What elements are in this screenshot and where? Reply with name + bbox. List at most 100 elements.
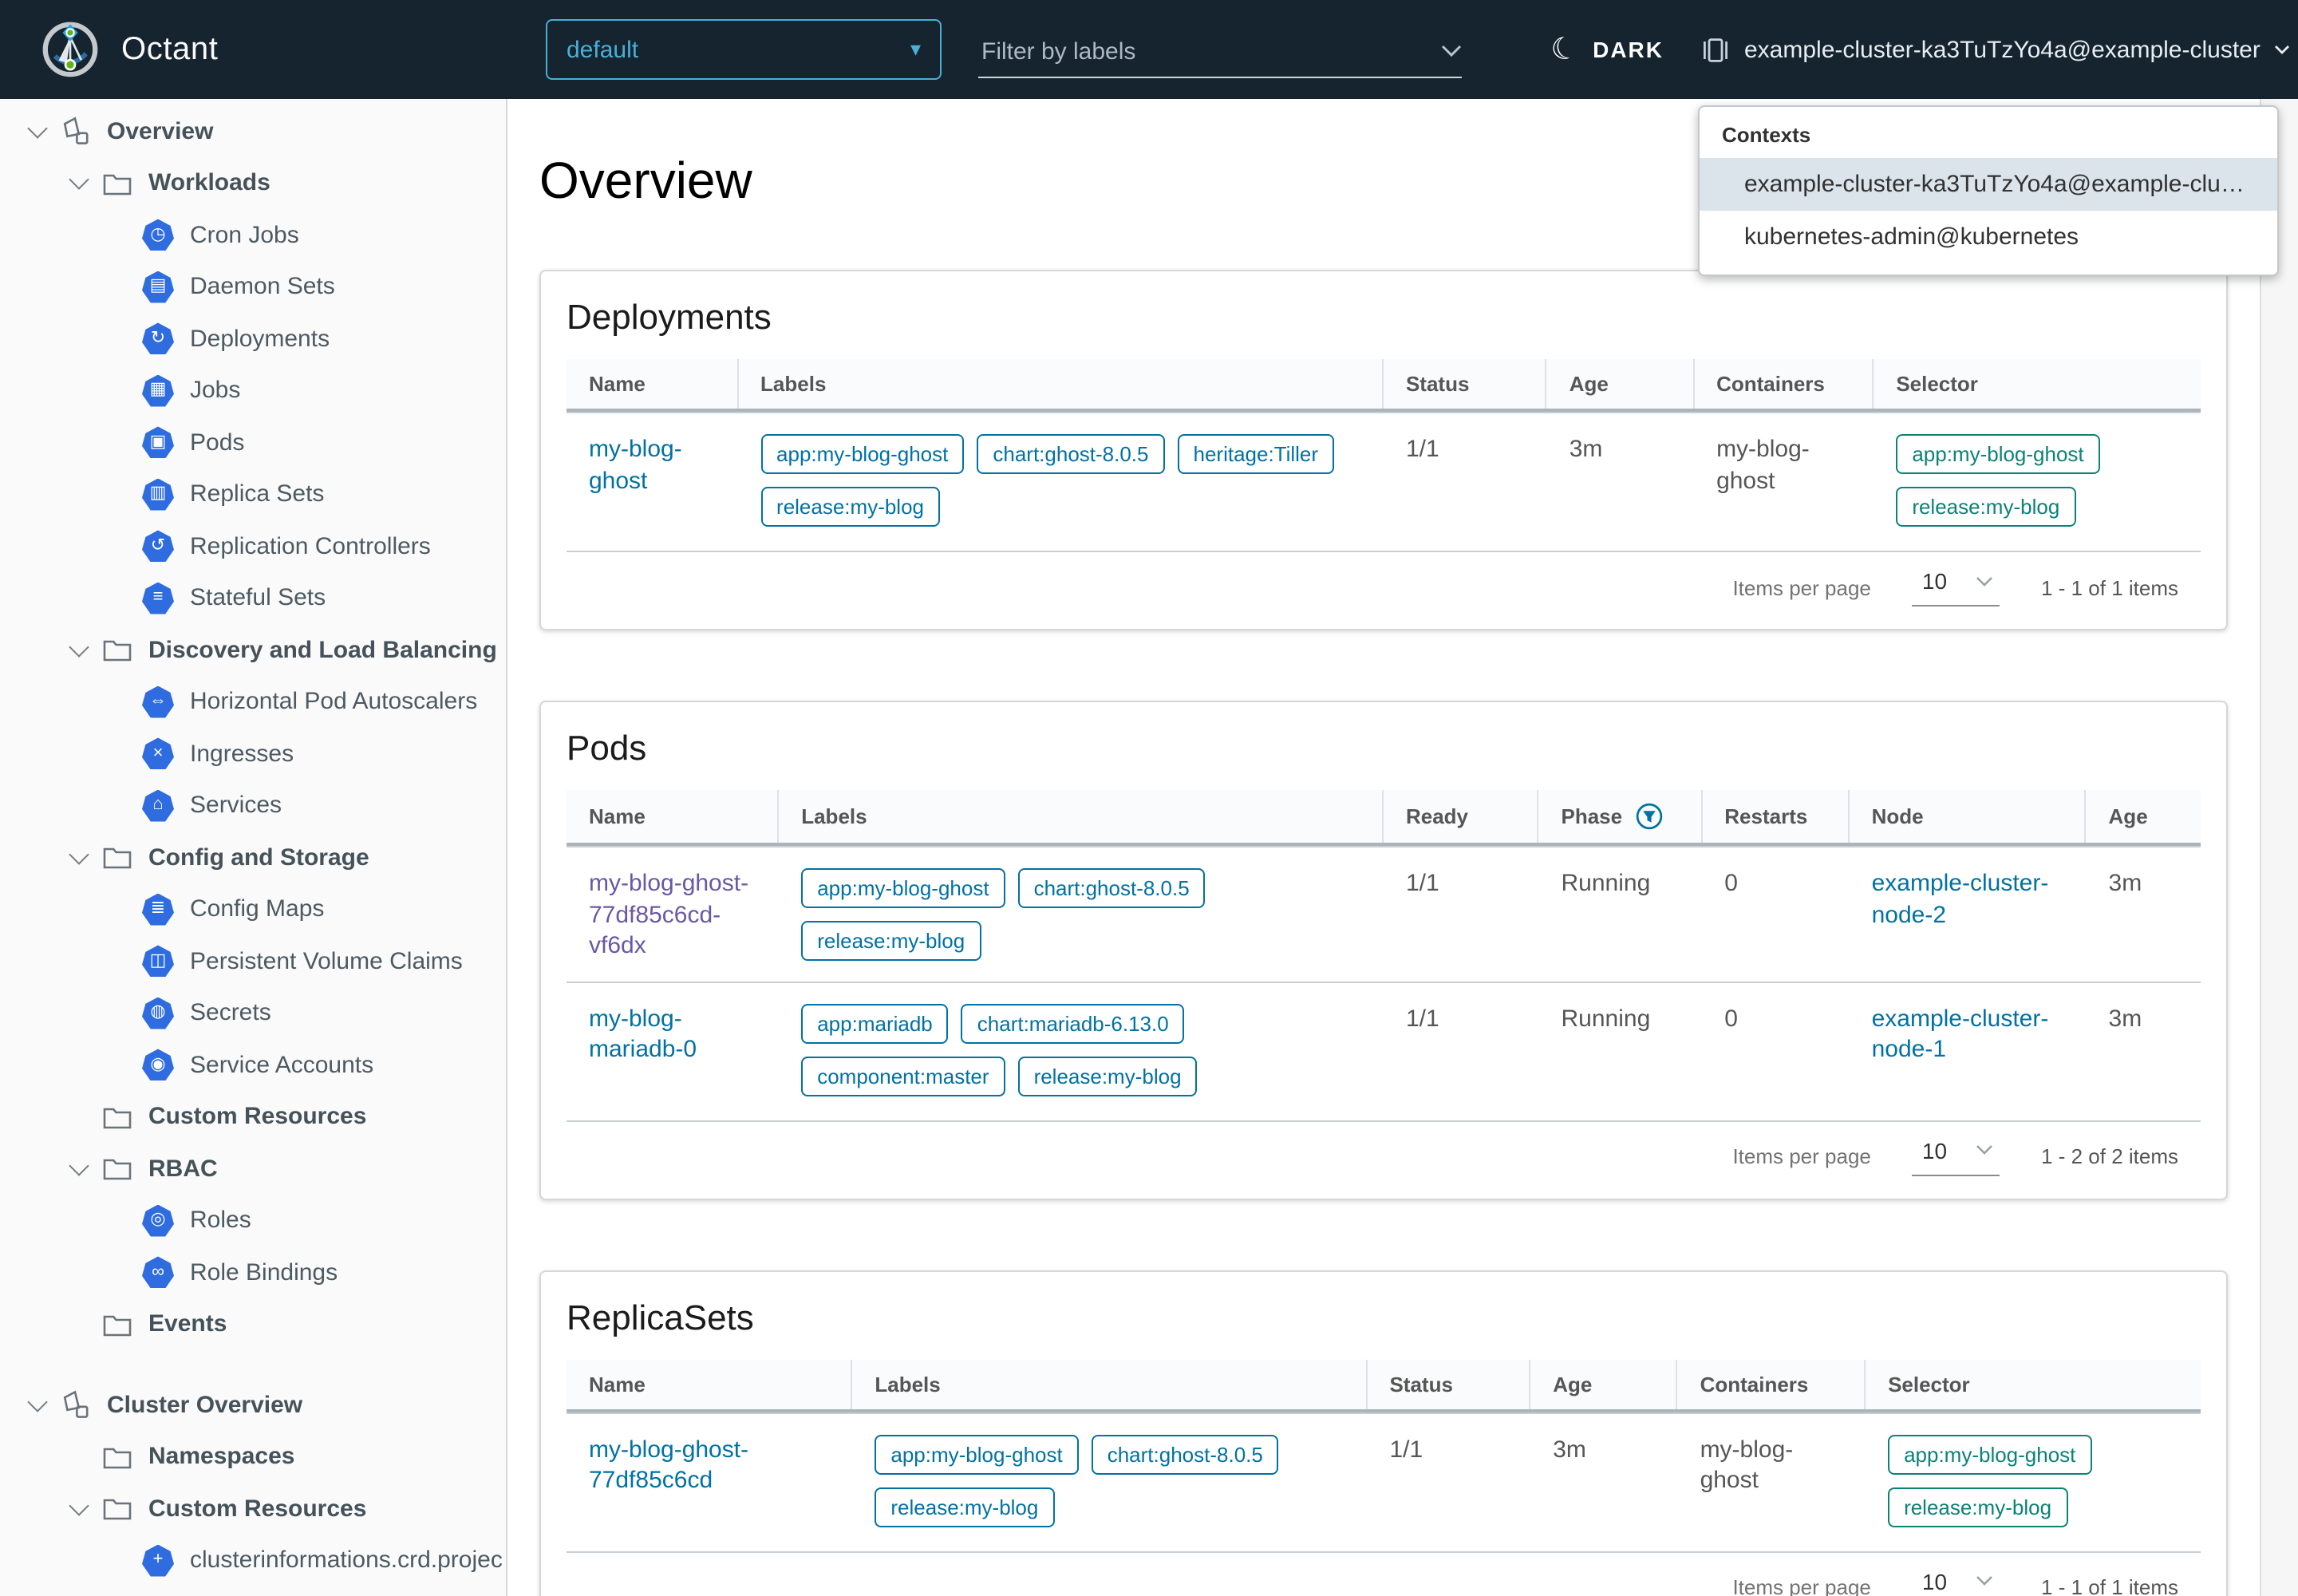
resource-link[interactable]: my-blog-mariadb-0 bbox=[589, 1005, 697, 1063]
sidebar-item-discovery-and-load-balancing[interactable]: Discovery and Load Balancing bbox=[0, 624, 506, 676]
sidebar-item-replica-sets[interactable]: ▥Replica Sets bbox=[0, 468, 506, 520]
column-header-age[interactable]: Age bbox=[2087, 790, 2201, 843]
chevron-down-icon[interactable] bbox=[16, 128, 57, 136]
label-filter bbox=[978, 26, 1462, 78]
column-header-selector[interactable]: Selector bbox=[1866, 1359, 2201, 1408]
section-title: Deployments bbox=[567, 297, 2201, 338]
sidebar-item-rbac[interactable]: RBAC bbox=[0, 1143, 506, 1195]
sidebar-item-role-bindings[interactable]: ∞Role Bindings bbox=[0, 1246, 506, 1298]
resource-link[interactable]: example-cluster-node-2 bbox=[1872, 870, 2049, 928]
pagination-chevron-down-icon bbox=[1976, 575, 1993, 587]
resource-link[interactable]: my-blog-ghost bbox=[589, 436, 682, 494]
replica-sets-icon: ▥ bbox=[140, 479, 176, 511]
pagination-chevron-down-icon bbox=[1976, 1575, 1993, 1586]
context-selector[interactable]: example-cluster-ka3TuTzYo4a@example-clus… bbox=[1701, 0, 2291, 99]
sidebar-item-stateful-sets[interactable]: ≡Stateful Sets bbox=[0, 572, 506, 624]
table-row: my-blog-mariadb-0app:mariadbchart:mariad… bbox=[567, 981, 2201, 1115]
sidebar-item-ingresses[interactable]: ×Ingresses bbox=[0, 728, 506, 780]
chevron-down-icon[interactable] bbox=[57, 1165, 99, 1173]
replication-controllers-icon: ↺ bbox=[140, 531, 176, 563]
items-per-page-select[interactable]: 10 bbox=[1913, 1137, 2000, 1175]
sidebar-item-daemon-sets[interactable]: ▤Daemon Sets bbox=[0, 261, 506, 313]
sidebar-item-label: Custom Resources bbox=[148, 1104, 366, 1131]
column-header-age[interactable]: Age bbox=[1530, 1359, 1677, 1408]
column-header-phase[interactable]: Phase bbox=[1539, 790, 1703, 843]
scrollbar-track[interactable] bbox=[2260, 99, 2298, 1596]
chevron-down-icon[interactable] bbox=[57, 646, 99, 654]
chevron-down-icon[interactable] bbox=[57, 180, 99, 188]
column-header-selector[interactable]: Selector bbox=[1874, 359, 2201, 409]
column-header-containers[interactable]: Containers bbox=[1694, 359, 1874, 409]
sidebar-item-secrets[interactable]: ◍Secrets bbox=[0, 987, 506, 1039]
cron-jobs-icon: ◷ bbox=[140, 219, 176, 251]
column-header-status[interactable]: Status bbox=[1384, 359, 1547, 409]
cell-text: 1/1 bbox=[1406, 1005, 1439, 1032]
sidebar-item-persistent-volume-claims[interactable]: ◫Persistent Volume Claims bbox=[0, 935, 506, 987]
column-header-labels[interactable]: Labels bbox=[738, 359, 1384, 409]
column-header-age[interactable]: Age bbox=[1547, 359, 1694, 409]
sidebar-item-jobs[interactable]: ▦Jobs bbox=[0, 365, 506, 417]
table-cell-phase: Running bbox=[1539, 847, 1703, 981]
chevron-down-icon[interactable] bbox=[57, 854, 99, 862]
sidebar-item-horizontal-pod-autoscalers[interactable]: ⇔Horizontal Pod Autoscalers bbox=[0, 676, 506, 728]
sidebar-item-service-accounts[interactable]: ◉Service Accounts bbox=[0, 1039, 506, 1091]
label-filter-input[interactable] bbox=[978, 38, 1441, 65]
context-menu-item-selected[interactable]: example-cluster-ka3TuTzYo4a@example-clu… bbox=[1700, 158, 2277, 211]
sidebar-item-workloads[interactable]: Workloads bbox=[0, 157, 506, 209]
table-cell-age: 3m bbox=[1530, 1413, 1677, 1546]
sidebar-item-custom-resources[interactable]: Custom Resources bbox=[0, 1483, 506, 1535]
column-header-status[interactable]: Status bbox=[1367, 1359, 1530, 1408]
column-header-name[interactable]: Name bbox=[567, 359, 738, 409]
sidebar-item-events[interactable]: Events bbox=[0, 1298, 506, 1350]
cell-text: 3m bbox=[2109, 1005, 2142, 1032]
column-header-name[interactable]: Name bbox=[567, 1359, 852, 1408]
column-header-labels[interactable]: Labels bbox=[779, 790, 1384, 843]
filter-icon[interactable] bbox=[1635, 803, 1662, 830]
sidebar-item-clusterinformations-crd-projec[interactable]: +clusterinformations.crd.projec bbox=[0, 1535, 506, 1586]
main-content: Overview DeploymentsNameLabelsStatusAgeC… bbox=[509, 99, 2260, 1596]
column-header-name[interactable]: Name bbox=[567, 790, 779, 843]
sidebar-item-overview[interactable]: Overview bbox=[0, 105, 506, 157]
column-header-ready[interactable]: Ready bbox=[1384, 790, 1539, 843]
items-per-page-select[interactable]: 10 bbox=[1913, 568, 2000, 606]
config-maps-icon: ≣ bbox=[140, 894, 176, 926]
column-header-restarts[interactable]: Restarts bbox=[1702, 790, 1849, 843]
table-cell-containers: my-blog-ghost bbox=[1694, 413, 1874, 546]
column-header-label: Selector bbox=[1896, 372, 1978, 396]
sidebar-item-config-maps[interactable]: ≣Config Maps bbox=[0, 883, 506, 935]
column-header-node[interactable]: Node bbox=[1850, 790, 2087, 843]
namespace-select-value: default bbox=[567, 36, 910, 63]
folder-icon bbox=[99, 1312, 134, 1337]
resource-link[interactable]: my-blog-ghost-77df85c6cd-vf6dx bbox=[589, 870, 748, 959]
sidebar-item-deployments[interactable]: ↻Deployments bbox=[0, 313, 506, 365]
sidebar-item-namespaces[interactable]: Namespaces bbox=[0, 1431, 506, 1483]
sidebar-item-csidrivers-csi-storage-k8s-io[interactable]: +csidrivers.csi.storage.k8s.io bbox=[0, 1586, 506, 1596]
sidebar-item-roles[interactable]: ◎Roles bbox=[0, 1195, 506, 1246]
brand[interactable]: Octant bbox=[41, 0, 218, 99]
context-menu-item[interactable]: kubernetes-admin@kubernetes bbox=[1700, 211, 2277, 263]
filter-chevron-down-icon[interactable] bbox=[1441, 45, 1462, 57]
sidebar-item-cluster-overview[interactable]: Cluster Overview bbox=[0, 1379, 506, 1431]
resource-link[interactable]: my-blog-ghost-77df85c6cd bbox=[589, 1436, 748, 1494]
sidebar-item-label: Cluster Overview bbox=[107, 1392, 302, 1419]
table-row: my-blog-ghost-77df85c6cdapp:my-blog-ghos… bbox=[567, 1412, 2201, 1546]
items-per-page-select[interactable]: 10 bbox=[1913, 1568, 2000, 1596]
table-cell-ready: 1/1 bbox=[1384, 982, 1539, 1115]
chevron-down-icon[interactable] bbox=[16, 1401, 57, 1409]
namespace-select[interactable]: default ▾ bbox=[546, 19, 942, 80]
table-pagination: Items per page101 - 2 of 2 items bbox=[567, 1120, 2201, 1198]
octant-app-window: Octant default ▾ ☾ DARK example bbox=[0, 0, 2298, 1596]
sidebar-item-pods[interactable]: ▣Pods bbox=[0, 417, 506, 468]
sidebar-item-replication-controllers[interactable]: ↺Replication Controllers bbox=[0, 520, 506, 572]
resource-link[interactable]: example-cluster-node-1 bbox=[1872, 1005, 2049, 1063]
sidebar-item-label: Workloads bbox=[148, 170, 270, 197]
sidebar-item-config-and-storage[interactable]: Config and Storage bbox=[0, 832, 506, 883]
sidebar-item-custom-resources[interactable]: Custom Resources bbox=[0, 1091, 506, 1143]
column-header-containers[interactable]: Containers bbox=[1678, 1359, 1866, 1408]
dark-theme-toggle[interactable]: ☾ DARK bbox=[1551, 0, 1664, 99]
sidebar-item-services[interactable]: ⌂Services bbox=[0, 780, 506, 832]
chevron-down-icon[interactable] bbox=[57, 1505, 99, 1513]
column-header-labels[interactable]: Labels bbox=[852, 1359, 1367, 1408]
sidebar-item-cron-jobs[interactable]: ◷Cron Jobs bbox=[0, 209, 506, 261]
sidebar-item-label: Custom Resources bbox=[148, 1495, 366, 1523]
